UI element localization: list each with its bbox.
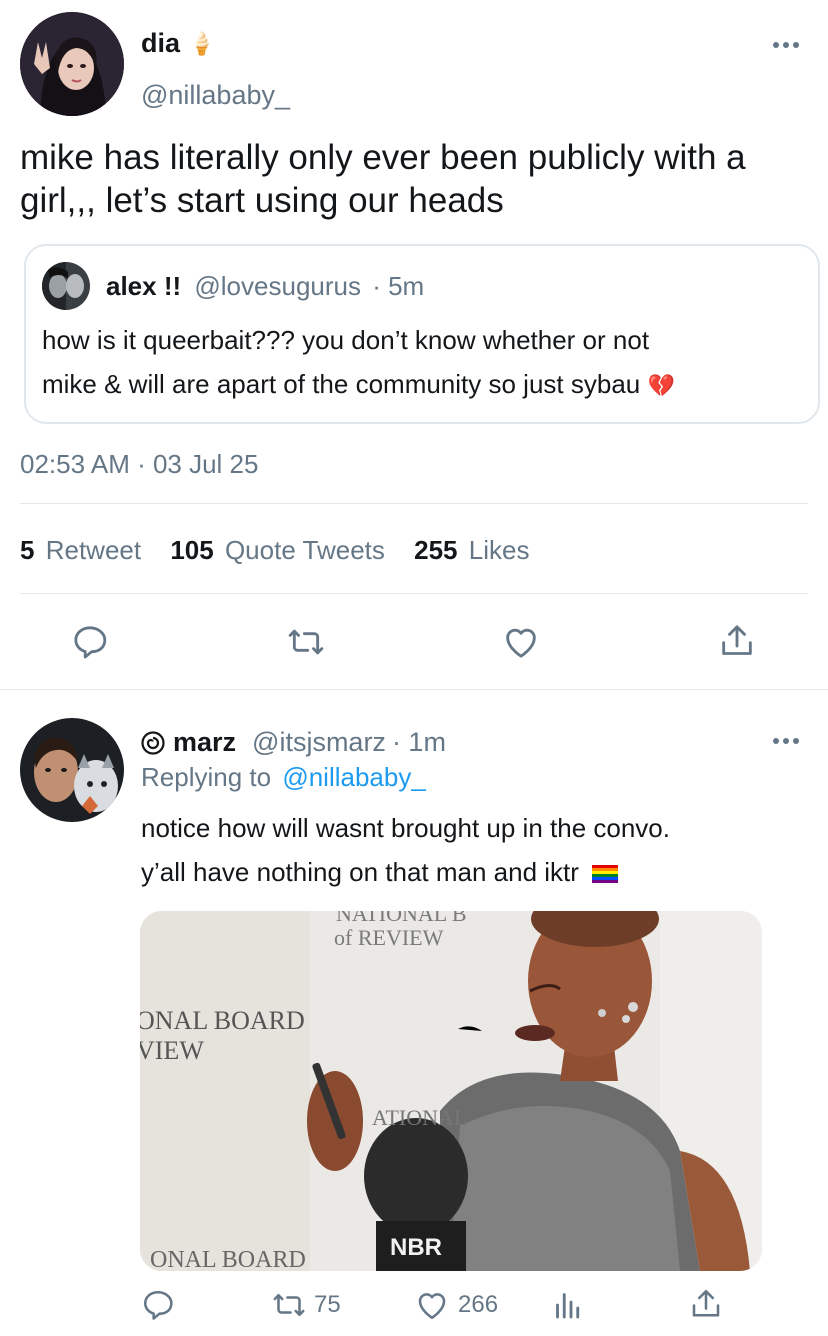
reply-author-name[interactable]: marz	[173, 727, 236, 758]
quoted-avatar-photo	[42, 262, 90, 310]
quote-label[interactable]: Quote Tweets	[225, 535, 385, 565]
quoted-tweet-card[interactable]: alex !! @lovesugurus · 5m how is it quee…	[24, 244, 820, 424]
reply-time: · 1m	[391, 727, 446, 757]
retweet-button[interactable]	[285, 622, 327, 662]
mic-text: NBR	[390, 1234, 442, 1261]
reply-reply-button[interactable]	[140, 1287, 176, 1323]
reply-retweet-count: 75	[314, 1291, 341, 1318]
tweet-text: mike has literally only ever been public…	[20, 136, 820, 222]
quoted-author-name: alex !!	[106, 271, 182, 301]
divider	[20, 503, 808, 504]
author-avatar[interactable]	[20, 12, 124, 116]
spiral-icon	[141, 730, 165, 755]
ice-cream-emoji: 🍦	[188, 30, 216, 56]
analytics-icon	[556, 1293, 580, 1319]
divider	[20, 593, 808, 594]
like-button[interactable]	[501, 622, 541, 662]
rainbow-flag-icon	[592, 865, 619, 884]
quoted-text-line: mike & will are apart of the community s…	[42, 369, 641, 399]
replying-label: Replying to	[141, 762, 272, 792]
quote-count[interactable]: 105	[170, 535, 213, 565]
tweet-stats: 5 Retweet 105 Quote Tweets 255 Likes	[20, 535, 529, 566]
reply-analytics-button[interactable]	[550, 1287, 586, 1323]
user-avatar-photo	[20, 12, 124, 116]
reply-text: notice how will wasnt brought up in the …	[141, 806, 670, 896]
reply-icon	[74, 626, 107, 659]
tweet-timestamp[interactable]: 02:53 AM · 03 Jul 25	[20, 449, 258, 480]
retweet-label[interactable]: Retweet	[46, 535, 141, 565]
reply-like-count: 266	[458, 1291, 499, 1318]
backdrop-text: ONAL BOARD	[150, 1247, 306, 1271]
quoted-text-line: how is it queerbait??? you don’t know wh…	[42, 325, 650, 355]
tweet-text-line: mike has literally only ever been public…	[20, 138, 746, 177]
tweet-text-line: girl,,, let’s start using our heads	[20, 181, 504, 220]
media-photo: NATIONAL B of REVIEW ONAL BOARD VIEW ATI…	[140, 911, 762, 1271]
reply-author-avatar[interactable]	[20, 718, 124, 822]
reply-icon	[143, 1290, 173, 1320]
replying-to-handle[interactable]: @nillababy_	[282, 762, 425, 792]
broken-heart-emoji: 💔	[647, 373, 675, 398]
author-handle[interactable]: @nillababy_	[141, 80, 290, 111]
reply-author-row[interactable]: marz @itsjsmarz · 1m	[141, 727, 446, 758]
reply-text-line-2: y’all have nothing on that man and iktr …	[141, 850, 670, 896]
section-divider	[0, 689, 828, 690]
reply-retweet-button[interactable]: 75	[270, 1287, 341, 1323]
backdrop-text: ONAL BOARD	[140, 1006, 305, 1035]
reply-share-button[interactable]	[688, 1285, 724, 1323]
reply-media-image[interactable]: NATIONAL B of REVIEW ONAL BOARD VIEW ATI…	[140, 911, 762, 1271]
like-label[interactable]: Likes	[469, 535, 530, 565]
reply-button[interactable]	[70, 622, 110, 662]
reply-text-line: notice how will wasnt brought up in the …	[141, 813, 670, 843]
quoted-time: · 5m	[372, 271, 425, 301]
like-count[interactable]: 255	[414, 535, 457, 565]
quoted-author-avatar	[42, 262, 90, 310]
author-name-row[interactable]: dia 🍦	[141, 28, 215, 59]
share-icon	[722, 625, 752, 655]
like-icon	[418, 1293, 446, 1320]
backdrop-text: ATIONAL	[372, 1105, 467, 1130]
rainbow-flag-emoji	[592, 852, 619, 896]
retweet-count[interactable]: 5	[20, 535, 34, 565]
quoted-author-row: alex !! @lovesugurus · 5m	[106, 271, 424, 302]
backdrop-text: VIEW	[140, 1036, 204, 1065]
backdrop-text: of REVIEW	[334, 925, 444, 950]
share-icon	[692, 1289, 720, 1317]
quoted-author-handle: @lovesugurus	[194, 271, 361, 301]
retweet-icon	[288, 629, 324, 655]
reply-like-button[interactable]: 266	[414, 1287, 498, 1323]
backdrop-text: NATIONAL B	[336, 911, 467, 926]
like-icon	[506, 628, 536, 658]
reply-author-handle[interactable]: @itsjsmarz	[252, 727, 386, 758]
more-options-icon[interactable]	[773, 42, 799, 48]
quoted-text: how is it queerbait??? you don’t know wh…	[42, 318, 675, 408]
share-button[interactable]	[717, 620, 757, 662]
reply-more-options-icon[interactable]	[773, 738, 799, 744]
retweet-icon	[273, 1293, 305, 1317]
reply-text-line: y’all have nothing on that man and iktr	[141, 857, 579, 887]
quoted-text-line-2: mike & will are apart of the community s…	[42, 362, 675, 408]
reply-avatar-photo	[20, 718, 124, 822]
replying-to-row: Replying to @nillababy_	[141, 762, 426, 793]
author-name[interactable]: dia	[141, 28, 180, 59]
